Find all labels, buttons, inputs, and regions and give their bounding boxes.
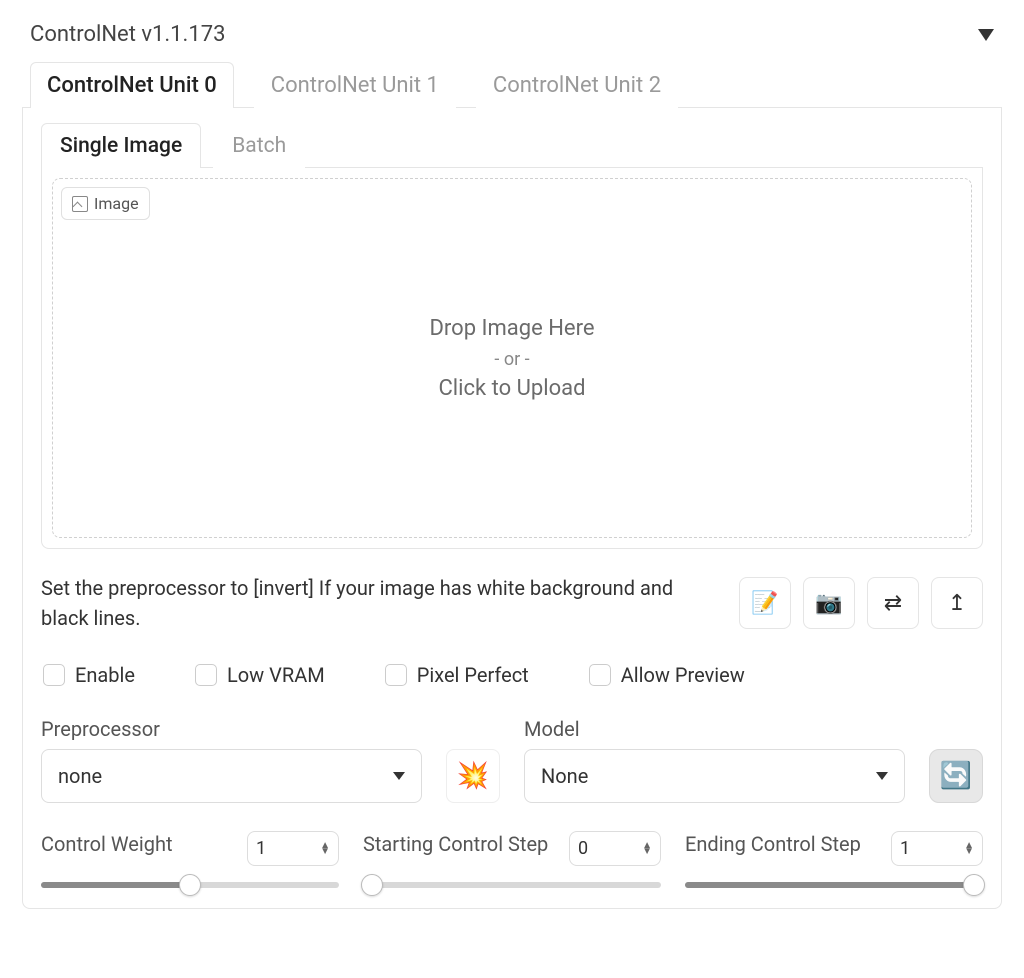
explosion-icon: 💥 [457,761,489,791]
camera-button[interactable]: 📷 [803,577,855,629]
pixelperfect-label: Pixel Perfect [417,663,529,687]
starting-step-input[interactable]: 0 ▲▼ [569,831,661,866]
ending-step-slider[interactable] [685,882,983,888]
image-chip: Image [61,187,150,220]
starting-step-value: 0 [578,838,588,859]
chevron-down-icon [393,772,405,780]
allowpreview-label: Allow Preview [621,663,745,687]
drop-or: - or - [494,349,529,370]
chevron-down-icon [876,772,888,780]
unit-tabs: ControlNet Unit 0 ControlNet Unit 1 Cont… [22,61,1002,108]
preprocessor-label: Preprocessor [41,717,422,741]
collapse-caret-icon[interactable] [978,29,994,41]
ending-step-input[interactable]: 1 ▲▼ [891,831,983,866]
swap-button[interactable]: ⇄ [867,577,919,629]
checkbox-icon [43,664,65,686]
checkbox-icon [385,664,407,686]
preprocessor-select[interactable]: none [41,749,422,803]
image-icon [72,196,88,212]
lowvram-checkbox[interactable]: Low VRAM [195,663,325,687]
lowvram-label: Low VRAM [227,663,325,687]
tab-unit-1[interactable]: ControlNet Unit 1 [254,62,456,108]
control-weight-input[interactable]: 1 ▲▼ [247,831,339,866]
image-mode-tabs: Single Image Batch [41,122,983,168]
swap-icon: ⇄ [884,591,902,616]
drop-text: Drop Image Here [429,316,594,341]
control-weight-value: 1 [256,838,266,859]
run-preprocessor-button[interactable]: 💥 [446,749,500,803]
send-up-button[interactable]: ↥ [931,577,983,629]
image-dropzone[interactable]: Image Drop Image Here - or - Click to Up… [52,178,972,538]
refresh-icon: 🔄 [940,761,972,791]
tab-unit-0[interactable]: ControlNet Unit 0 [30,62,234,108]
arrow-up-icon: ↥ [948,591,966,616]
stepper-icon[interactable]: ▲▼ [320,843,330,855]
camera-icon: 📷 [815,591,842,616]
control-weight-slider[interactable] [41,882,339,888]
starting-step-slider[interactable] [363,882,661,888]
control-weight-label: Control Weight [41,831,173,857]
model-value: None [541,764,588,788]
model-select[interactable]: None [524,749,905,803]
model-label: Model [524,717,905,741]
checkbox-icon [589,664,611,686]
panel-title: ControlNet v1.1.173 [30,22,225,47]
slider-thumb[interactable] [361,874,383,896]
stepper-icon[interactable]: ▲▼ [642,843,652,855]
slider-thumb[interactable] [963,874,985,896]
tab-batch[interactable]: Batch [213,123,305,168]
image-chip-label: Image [94,194,139,213]
starting-step-label: Starting Control Step [363,831,548,857]
ending-step-label: Ending Control Step [685,831,861,857]
pixelperfect-checkbox[interactable]: Pixel Perfect [385,663,529,687]
tab-single-image[interactable]: Single Image [41,123,201,168]
stepper-icon[interactable]: ▲▼ [964,843,974,855]
preprocessor-hint: Set the preprocessor to [invert] If your… [41,573,719,633]
notepad-icon: 📝 [751,591,778,616]
click-upload-text: Click to Upload [438,376,585,401]
enable-label: Enable [75,663,135,687]
enable-checkbox[interactable]: Enable [43,663,135,687]
preprocessor-value: none [58,764,102,788]
slider-thumb[interactable] [179,874,201,896]
allowpreview-checkbox[interactable]: Allow Preview [589,663,745,687]
checkbox-icon [195,664,217,686]
notepad-button[interactable]: 📝 [739,577,791,629]
refresh-models-button[interactable]: 🔄 [929,749,983,803]
tab-unit-2[interactable]: ControlNet Unit 2 [476,62,678,108]
ending-step-value: 1 [900,838,910,859]
